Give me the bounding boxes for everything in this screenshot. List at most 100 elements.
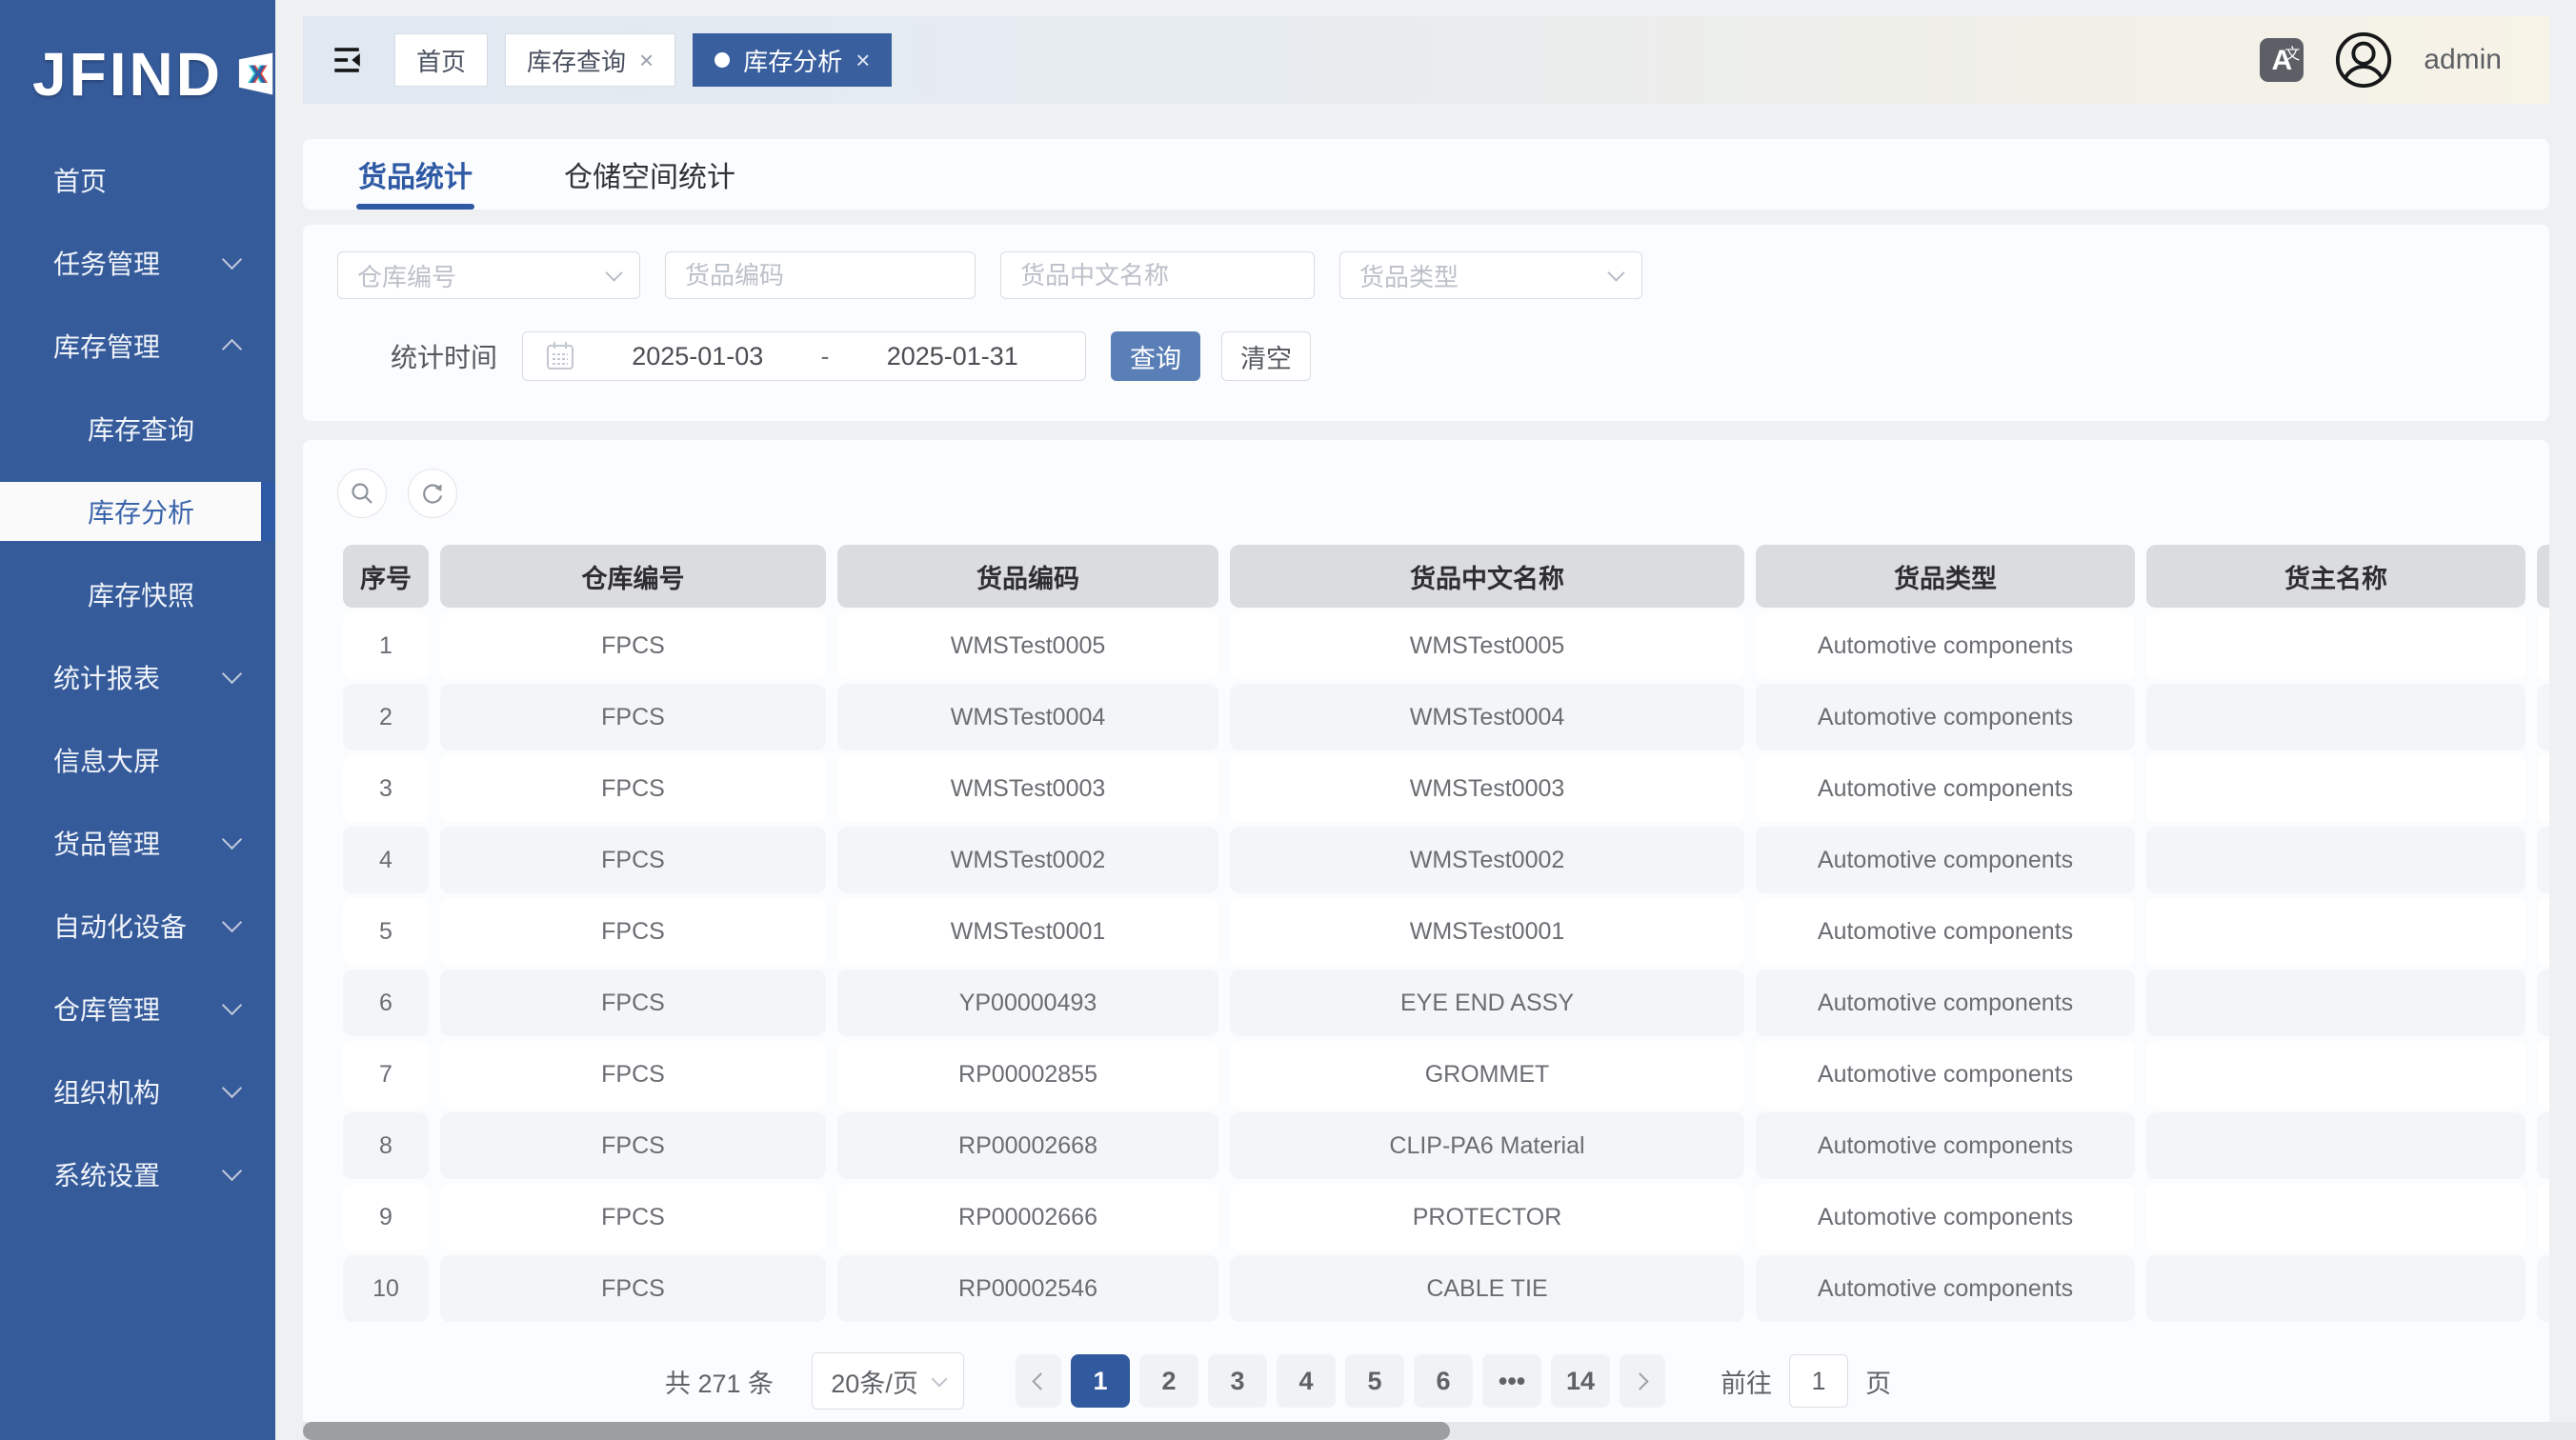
search-toggle-button[interactable] <box>337 469 387 518</box>
goto-label: 前往 <box>1721 1363 1772 1400</box>
table-cell <box>2146 755 2526 822</box>
goto-page: 前往 页 <box>1721 1354 1891 1408</box>
goods-name-input[interactable] <box>1000 251 1315 299</box>
close-icon[interactable]: × <box>855 48 870 72</box>
next-page-button[interactable] <box>1620 1354 1665 1408</box>
page-button-5[interactable]: 5 <box>1345 1354 1404 1408</box>
logo-text: JFIND <box>32 39 223 110</box>
table-cell: 4 <box>343 827 429 893</box>
page-button-1[interactable]: 1 <box>1071 1354 1130 1408</box>
table-cell <box>2537 1112 2549 1179</box>
table-cell: FPCS <box>440 827 826 893</box>
sidebar-item-warehouse-management[interactable]: 仓库管理 <box>0 979 275 1038</box>
horizontal-scrollbar[interactable] <box>303 1422 2576 1440</box>
username[interactable]: admin <box>2424 44 2502 76</box>
table-cell: EYE END ASSY <box>1230 970 1744 1036</box>
column-header <box>2537 545 2549 608</box>
page-size-select[interactable]: 20条/页 <box>812 1352 964 1410</box>
sidebar-collapse-button[interactable] <box>330 43 364 77</box>
sidebar-item-inventory-analysis[interactable]: 库存分析 <box>0 482 275 541</box>
main-area: 首页库存查询× 库存分析 × A 文 admin 货品统计 仓储空间统计 仓库编号 <box>275 0 2576 1440</box>
page-button-3[interactable]: 3 <box>1208 1354 1267 1408</box>
table-card: 序号仓库编号货品编码货品中文名称货品类型货主名称1FPCSWMSTest0005… <box>303 440 2549 1440</box>
page-buttons: 123456•••14 <box>1061 1354 1610 1408</box>
table-cell <box>2537 684 2549 750</box>
svg-text:X: X <box>250 60 267 89</box>
page-button-4[interactable]: 4 <box>1277 1354 1336 1408</box>
table-cell <box>2146 684 2526 750</box>
user-avatar-icon[interactable] <box>2334 30 2393 90</box>
table-cell: Automotive components <box>1756 1255 2135 1322</box>
sidebar-item-label: 系统设置 <box>53 1155 160 1193</box>
sidebar-item-statistics-report[interactable]: 统计报表 <box>0 648 275 707</box>
chevron-down-icon <box>222 250 242 270</box>
table-cell: WMSTest0001 <box>837 898 1218 965</box>
table-cell <box>2146 612 2526 679</box>
table-cell <box>2146 1255 2526 1322</box>
tab-storage-space-stats[interactable]: 仓储空间统计 <box>562 139 737 210</box>
sidebar-item-task-management[interactable]: 任务管理 <box>0 233 275 292</box>
sidebar-item-goods-management[interactable]: 货品管理 <box>0 813 275 872</box>
total-count: 共 271 条 <box>665 1363 774 1400</box>
table-cell <box>2537 755 2549 822</box>
tab-goods-stats[interactable]: 货品统计 <box>356 139 474 210</box>
goods-type-placeholder: 货品类型 <box>1359 258 1459 293</box>
goods-type-select[interactable]: 货品类型 <box>1339 251 1642 299</box>
table-cell: Automotive components <box>1756 827 2135 893</box>
clear-button[interactable]: 清空 <box>1221 331 1311 381</box>
tag-inventory-analysis[interactable]: 库存分析 × <box>693 33 892 87</box>
refresh-button[interactable] <box>408 469 457 518</box>
sidebar-item-inventory-query[interactable]: 库存查询 <box>0 399 275 458</box>
table-cell: 10 <box>343 1255 429 1322</box>
chevron-up-icon <box>222 339 242 359</box>
table-cell <box>2537 1184 2549 1250</box>
sidebar-item-system-settings[interactable]: 系统设置 <box>0 1145 275 1204</box>
chevron-down-icon <box>222 1161 242 1181</box>
sidebar-item-label: 自动化设备 <box>53 907 187 945</box>
table-cell: WMSTest0004 <box>837 684 1218 750</box>
warehouse-code-select[interactable]: 仓库编号 <box>337 251 640 299</box>
sidebar-item-home[interactable]: 首页 <box>0 150 275 210</box>
table-cell <box>2146 827 2526 893</box>
sidebar-item-label: 任务管理 <box>53 244 160 282</box>
refresh-icon <box>420 481 445 506</box>
goto-page-input[interactable] <box>1789 1354 1848 1408</box>
search-button[interactable]: 查询 <box>1111 331 1200 381</box>
more-pages-button[interactable]: ••• <box>1482 1354 1541 1408</box>
date-range-picker[interactable]: 2025-01-03 - 2025-01-31 <box>522 331 1086 381</box>
table-cell: 8 <box>343 1112 429 1179</box>
table-cell <box>2146 1112 2526 1179</box>
table-cell: FPCS <box>440 1184 826 1250</box>
close-icon[interactable]: × <box>639 48 654 72</box>
stats-tabs-card: 货品统计 仓储空间统计 <box>303 139 2549 210</box>
sidebar-item-inventory-snapshot[interactable]: 库存快照 <box>0 565 275 624</box>
sidebar-item-organization[interactable]: 组织机构 <box>0 1062 275 1121</box>
menu-fold-icon <box>331 44 363 76</box>
sidebar-item-automation-equipment[interactable]: 自动化设备 <box>0 896 275 955</box>
page-button-6[interactable]: 6 <box>1414 1354 1473 1408</box>
sidebar-item-label: 首页 <box>53 161 107 199</box>
sidebar-item-label: 货品管理 <box>53 824 160 862</box>
table-cell: 9 <box>343 1184 429 1250</box>
page-button-14[interactable]: 14 <box>1551 1354 1610 1408</box>
page-size-value: 20条/页 <box>831 1363 918 1400</box>
page-button-2[interactable]: 2 <box>1139 1354 1198 1408</box>
date-start-value: 2025-01-03 <box>574 342 821 371</box>
language-switch-icon[interactable]: A 文 <box>2260 38 2304 82</box>
table-cell: WMSTest0005 <box>1230 612 1744 679</box>
table-cell: FPCS <box>440 612 826 679</box>
tag-label: 库存分析 <box>743 43 842 78</box>
table-cell: PROTECTOR <box>1230 1184 1744 1250</box>
sidebar-menu: 首页任务管理库存管理库存查询库存分析库存快照统计报表信息大屏货品管理自动化设备仓… <box>0 150 275 1204</box>
chevron-down-icon <box>1607 264 1624 281</box>
chevron-down-icon <box>605 264 622 281</box>
goods-code-input[interactable] <box>665 251 976 299</box>
chevron-down-icon <box>222 830 242 850</box>
sidebar-item-info-screen[interactable]: 信息大屏 <box>0 730 275 790</box>
tag-inventory-query[interactable]: 库存查询× <box>505 33 675 87</box>
filter-card: 仓库编号 货品类型 统计时间 2025-01-0 <box>303 225 2549 421</box>
tag-home[interactable]: 首页 <box>394 33 488 87</box>
prev-page-button[interactable] <box>1016 1354 1061 1408</box>
sidebar-item-inventory-management[interactable]: 库存管理 <box>0 316 275 375</box>
horizontal-scrollbar-thumb[interactable] <box>303 1422 1450 1440</box>
